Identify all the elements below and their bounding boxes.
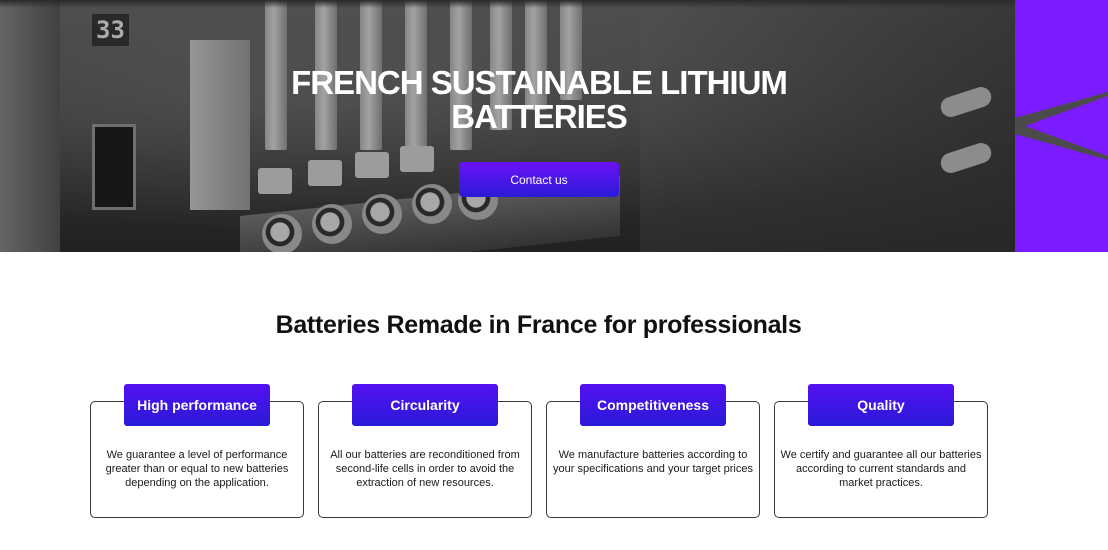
feature-text-circularity: All our batteries are reconditioned from…	[330, 449, 520, 489]
feature-text-quality: We certify and guarantee all our batteri…	[780, 449, 982, 489]
feature-text-competitiveness: We manufacture batteries according to yo…	[553, 449, 753, 475]
contact-us-button[interactable]: Contact us	[459, 162, 619, 197]
hero-top-shadow	[0, 0, 1108, 8]
hero-title: FRENCH SUSTAINABLE LITHIUM BATTERIES	[291, 64, 788, 135]
feature-label-competitiveness: Competitiveness	[580, 384, 726, 426]
section-title: Batteries Remade in France for professio…	[275, 311, 802, 339]
feature-label-circularity: Circularity	[352, 384, 498, 426]
accent-bar	[1015, 0, 1108, 252]
feature-label-quality: Quality	[808, 384, 954, 426]
accent-bar-fill	[1015, 0, 1108, 252]
feature-text-high-performance: We guarantee a level of performance grea…	[105, 449, 289, 489]
feature-label-high-performance: High performance	[124, 384, 270, 426]
